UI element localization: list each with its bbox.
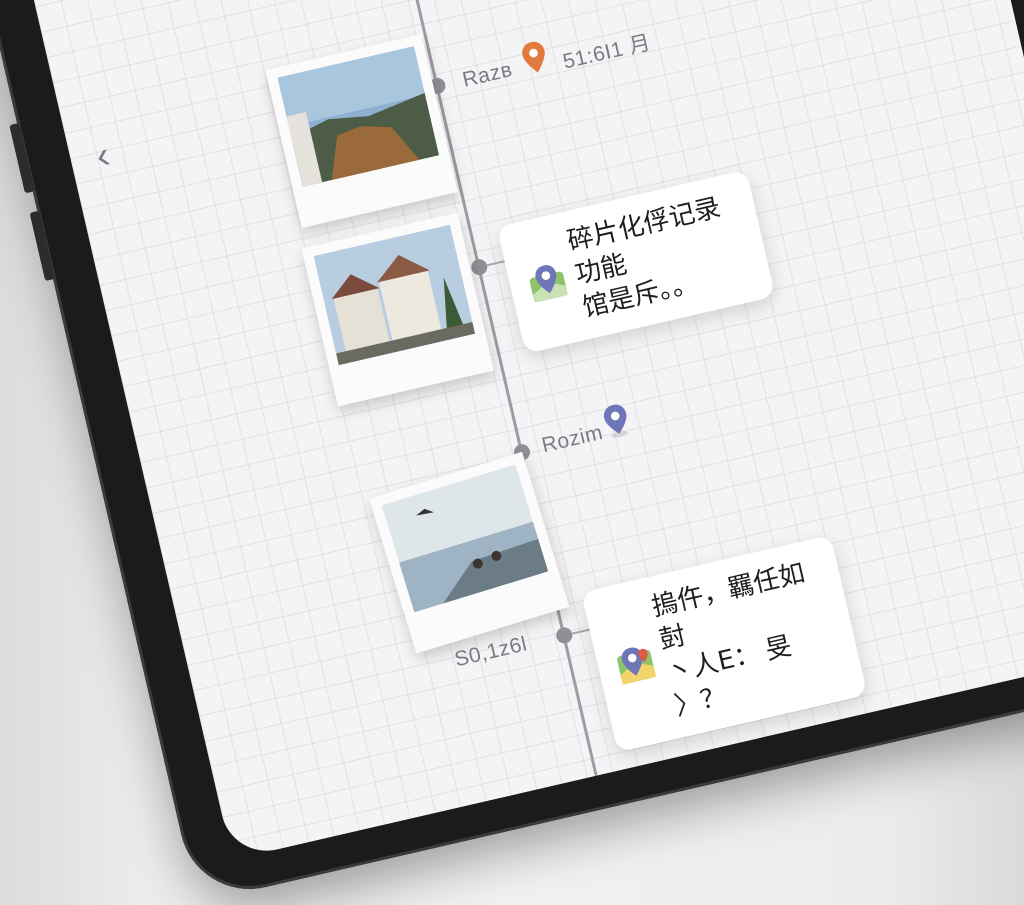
note-card[interactable]: 摀仵，羈任如尌 丶人E： 旻 〉？ [581, 534, 868, 753]
photo-polaroid[interactable] [265, 34, 458, 228]
entry-location-label: Rozim [539, 420, 606, 458]
note-card[interactable]: 碎片化俘记录功能 馆是斥。。 [496, 169, 776, 354]
map-card-icon [529, 265, 568, 303]
landscape-photo [277, 46, 440, 187]
note-text: 碎片化俘记录功能 馆是斥。。 [564, 192, 724, 324]
beach-photo [381, 464, 549, 613]
entry-location-label: Razв [460, 57, 515, 92]
timeline-dot[interactable] [554, 625, 574, 646]
photo-polaroid[interactable] [301, 212, 494, 407]
back-icon[interactable]: ‹ [92, 133, 134, 178]
town-photo [313, 224, 476, 366]
note-text: 摀仵，羈任如尌 丶人E： 旻 〉？ [648, 558, 808, 722]
photo-polaroid[interactable] [369, 451, 570, 654]
map-card-icon [617, 647, 657, 685]
map-pin-blue-icon [603, 404, 628, 438]
entry-time-label: 51:6I1 ⽉ [560, 31, 653, 74]
phone-side-button [9, 122, 35, 194]
phone-side-button [29, 210, 56, 282]
map-pin-orange-icon [522, 41, 545, 73]
app-screen: ‹ Razв 51:6I1 ⽉ 碎片化俘记录功能 馆是斥。。 Rozim S0,… [0, 0, 1024, 860]
phone-device: ‹ Razв 51:6I1 ⽉ 碎片化俘记录功能 馆是斥。。 Rozim S0,… [0, 0, 1024, 903]
timeline-dot[interactable] [469, 257, 489, 277]
